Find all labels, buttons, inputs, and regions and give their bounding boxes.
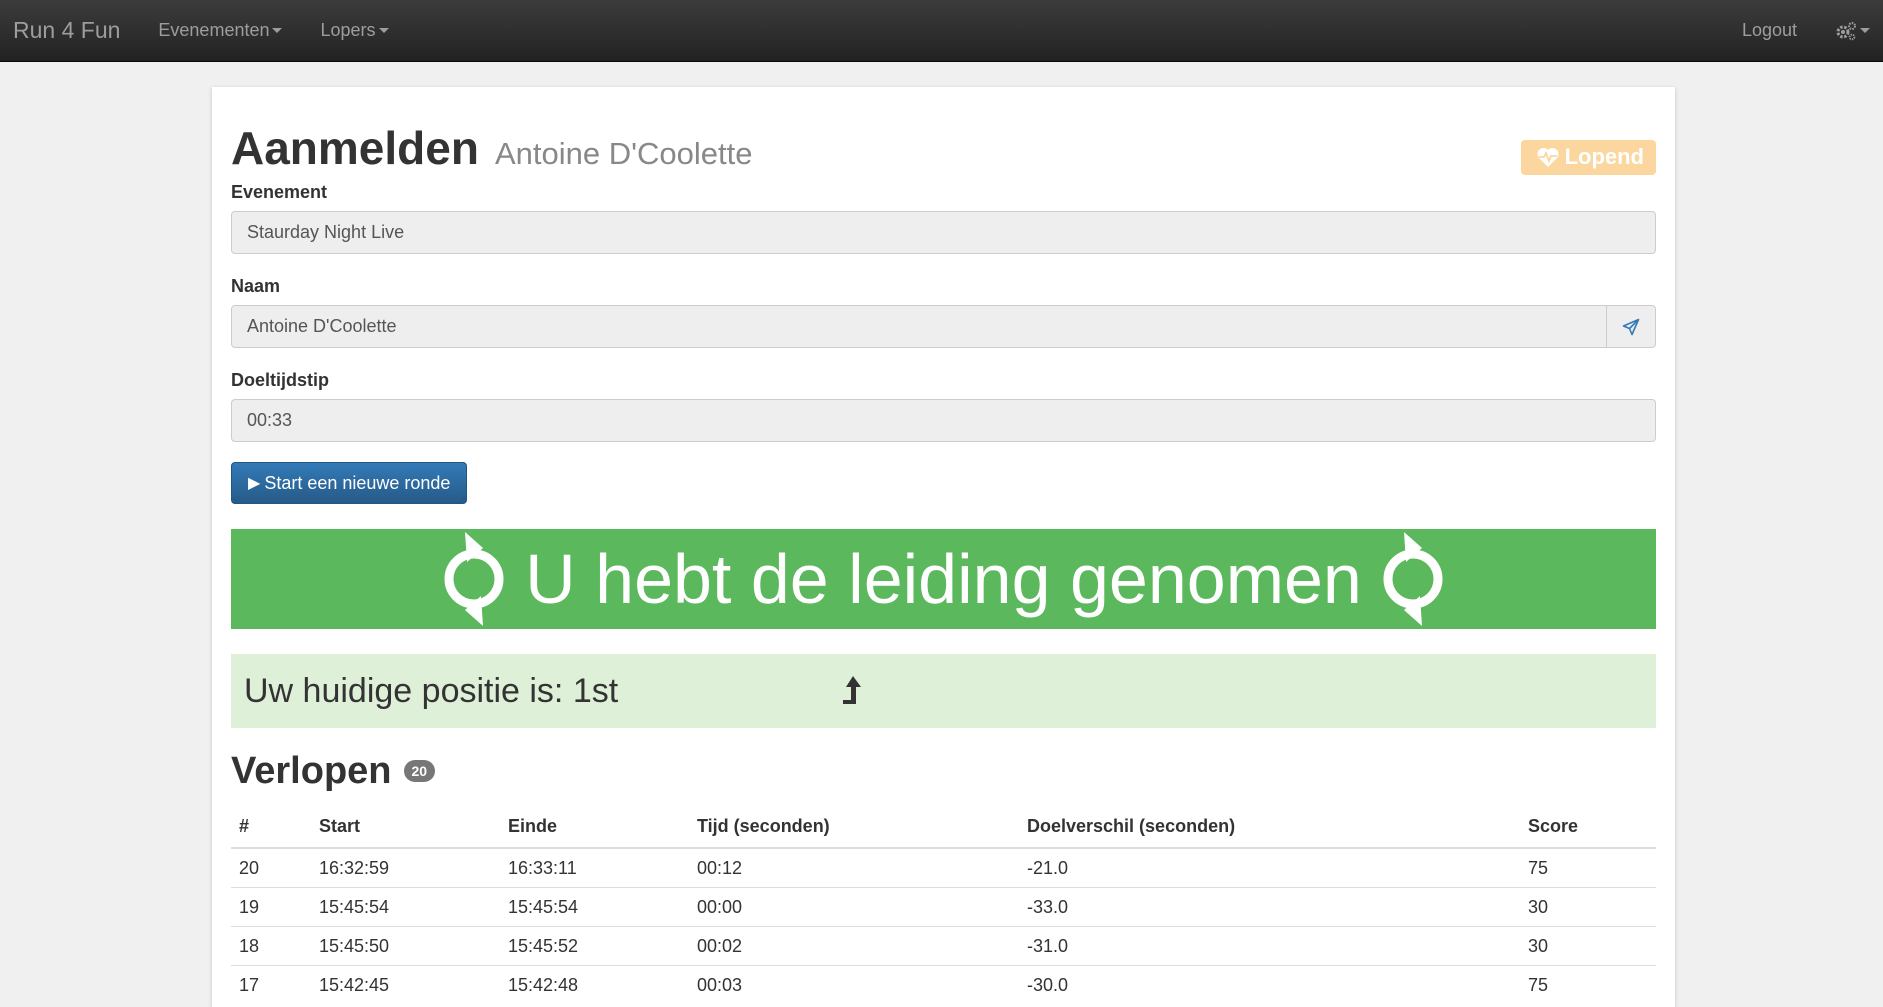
table-cell: 00:02 [689, 926, 1019, 966]
table-cell: 18 [231, 926, 311, 966]
arrow-up-icon [843, 676, 861, 704]
start-round-label: Start een nieuwe ronde [264, 472, 451, 493]
table-row: 19 15:45:54 15:45:54 00:00 -33.0 30 [231, 887, 1656, 927]
navbar: Run 4 Fun Evenementen Lopers Logout [0, 0, 1883, 62]
nav-dropdown-evenementen[interactable]: Evenementen [158, 20, 283, 41]
settings-dropdown[interactable] [1835, 21, 1870, 41]
table-row: 18 15:45:50 15:45:52 00:02 -31.0 30 [231, 926, 1656, 966]
table-cell: 19 [231, 887, 311, 927]
table-cell: -33.0 [1019, 887, 1520, 927]
column-header: Score [1520, 810, 1656, 849]
status-text: Lopend [1564, 144, 1644, 169]
table-cell: 75 [1520, 847, 1656, 888]
name-group: Naam Antoine D'Coolette [231, 276, 1656, 348]
table-cell: 16:33:11 [500, 847, 689, 888]
logout-link[interactable]: Logout [1742, 20, 1797, 41]
name-field[interactable]: Antoine D'Coolette [231, 305, 1607, 348]
page-subtitle: Antoine D'Coolette [494, 136, 753, 171]
caret-down-icon [272, 28, 283, 33]
table-cell: 00:00 [689, 887, 1019, 927]
nav-dropdown-lopers[interactable]: Lopers [320, 20, 389, 41]
lead-banner: U hebt de leiding genomen [231, 529, 1656, 629]
event-label: Evenement [231, 182, 328, 202]
table-cell: 15:45:54 [311, 887, 500, 927]
caret-down-icon [1860, 28, 1870, 33]
history-table: # Start Einde Tijd (seconden) Doelversch… [231, 810, 1656, 1004]
column-header: Einde [500, 810, 689, 849]
history-title: Verlopen [231, 749, 392, 792]
name-label: Naam [231, 276, 281, 296]
table-cell: 20 [231, 847, 311, 888]
page-title-text: Aanmelden [231, 122, 479, 174]
count-badge: 20 [403, 760, 436, 782]
history-heading: Verlopen 20 [231, 748, 1656, 794]
table-row: 17 15:42:45 15:42:48 00:03 -30.0 75 [231, 965, 1656, 1004]
refresh-icon [444, 532, 504, 626]
table-header-row: # Start Einde Tijd (seconden) Doelversch… [231, 810, 1656, 849]
target-group: Doeltijdstip 00:33 [231, 370, 1656, 442]
status-badge: Lopend [1520, 140, 1656, 175]
caret-down-icon [378, 28, 389, 33]
target-time-field[interactable]: 00:33 [231, 399, 1656, 442]
refresh-icon [1383, 532, 1443, 626]
table-cell: -31.0 [1019, 926, 1520, 966]
table-cell: 00:12 [689, 847, 1019, 888]
target-label: Doeltijdstip [231, 370, 329, 390]
nav-label: Evenementen [158, 20, 270, 40]
page-title: Aanmelden Antoine D'Coolette [231, 121, 752, 175]
name-input-group: Antoine D'Coolette [231, 305, 1656, 348]
column-header: Tijd (seconden) [689, 810, 1019, 849]
table-cell: 15:45:50 [311, 926, 500, 966]
heartbeat-icon [1537, 147, 1559, 167]
nav-label: Lopers [320, 20, 376, 40]
position-alert: Uw huidige positie is: 1st [231, 654, 1656, 728]
event-field[interactable]: Staurday Night Live [231, 211, 1656, 254]
table-cell: -21.0 [1019, 847, 1520, 888]
main-panel: Aanmelden Antoine D'Coolette Lopend Evene… [212, 87, 1675, 1007]
page-header: Aanmelden Antoine D'Coolette Lopend [231, 87, 1656, 182]
column-header: Start [311, 810, 500, 849]
table-cell: 15:42:45 [311, 965, 500, 1004]
send-button[interactable] [1607, 305, 1656, 348]
table-cell: 17 [231, 965, 311, 1004]
send-icon [1622, 318, 1640, 335]
table-cell: 30 [1520, 887, 1656, 927]
table-cell: 00:03 [689, 965, 1019, 1004]
gears-icon [1836, 21, 1856, 40]
table-row: 20 16:32:59 16:33:11 00:12 -21.0 75 [231, 847, 1656, 888]
table-cell: 30 [1520, 926, 1656, 966]
table-cell: 16:32:59 [311, 847, 500, 888]
table-cell: 75 [1520, 965, 1656, 1004]
event-group: Evenement Staurday Night Live [231, 182, 1656, 254]
table-cell: 15:42:48 [500, 965, 689, 1004]
table-cell: 15:45:52 [500, 926, 689, 966]
table-cell: 15:45:54 [500, 887, 689, 927]
table-cell: -30.0 [1019, 965, 1520, 1004]
column-header: # [231, 810, 311, 849]
nav-right: Logout [1742, 20, 1870, 41]
lead-banner-text: U hebt de leiding genomen [525, 540, 1362, 618]
brand-link[interactable]: Run 4 Fun [13, 17, 120, 44]
play-icon: ▶ [248, 475, 261, 492]
column-header: Doelverschil (seconden) [1019, 810, 1520, 849]
start-round-button[interactable]: ▶ Start een nieuwe ronde [231, 462, 468, 504]
position-text: Uw huidige positie is: 1st [244, 671, 619, 710]
